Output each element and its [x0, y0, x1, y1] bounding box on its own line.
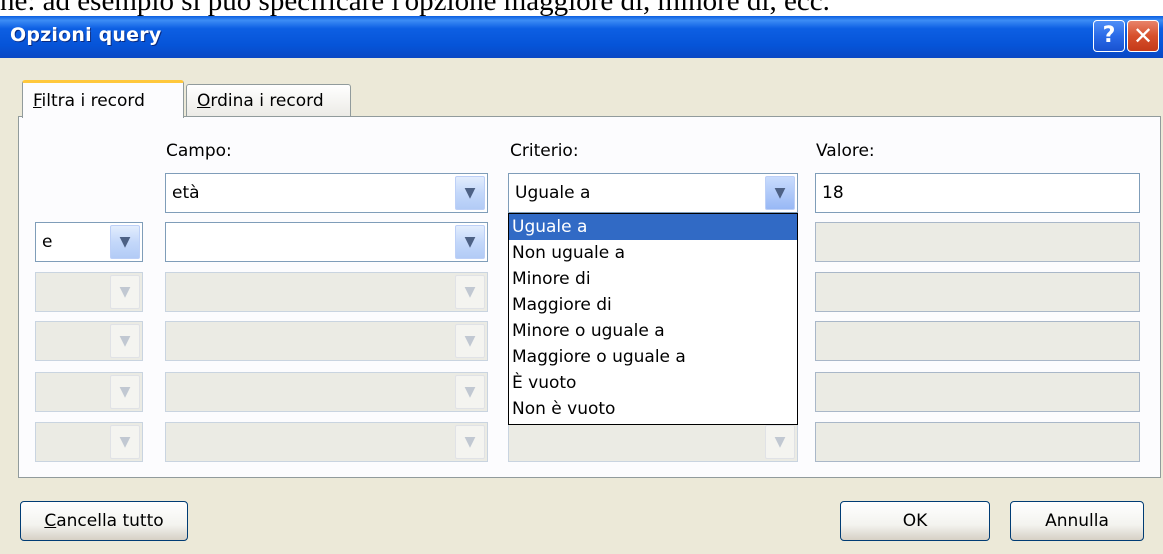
help-icon[interactable]: ? [1093, 20, 1125, 52]
chevron-down-icon: ▼ [110, 375, 140, 409]
value-input-1[interactable]: 18 [815, 173, 1140, 213]
value-input-6 [815, 422, 1140, 462]
connector-select-4: ▼ [35, 321, 143, 361]
value-input-5 [815, 372, 1140, 412]
value-input-text: 18 [822, 183, 844, 203]
chevron-down-icon: ▼ [765, 425, 795, 459]
chevron-down-icon[interactable]: ▼ [110, 225, 140, 259]
tab-filter-records[interactable]: Filtra i record [22, 80, 184, 118]
dropdown-option[interactable]: Non è vuoto [509, 396, 797, 422]
value-input-4 [815, 321, 1140, 361]
close-icon[interactable]: ✕ [1127, 20, 1159, 52]
criterion-select-value: Uguale a [515, 183, 591, 203]
chevron-down-icon: ▼ [110, 275, 140, 309]
tab-sort-records[interactable]: Ordina i record [186, 84, 351, 116]
chevron-down-icon: ▼ [455, 425, 485, 459]
chevron-down-icon: ▼ [110, 324, 140, 358]
field-select-1[interactable]: età ▼ [165, 173, 488, 213]
dropdown-option[interactable]: Minore o uguale a [509, 318, 797, 344]
connector-select-3: ▼ [35, 272, 143, 312]
field-select-4: ▼ [165, 321, 488, 361]
value-column-label: Valore: [816, 141, 875, 161]
field-select-5: ▼ [165, 372, 488, 412]
connector-select-5: ▼ [35, 372, 143, 412]
criterion-column-label: Criterio: [510, 141, 579, 161]
chevron-down-icon: ▼ [455, 375, 485, 409]
dropdown-option[interactable]: Maggiore di [509, 292, 797, 318]
dropdown-option[interactable]: È vuoto [509, 370, 797, 396]
chevron-down-icon[interactable]: ▼ [765, 176, 795, 210]
criterion-dropdown-list[interactable]: Uguale a Non uguale a Minore di Maggiore… [508, 213, 798, 425]
chevron-down-icon: ▼ [455, 275, 485, 309]
chevron-down-icon[interactable]: ▼ [455, 176, 485, 210]
dropdown-option[interactable]: Uguale a [509, 214, 797, 240]
dialog-title: Opzioni query [10, 24, 162, 46]
dropdown-option[interactable]: Minore di [509, 266, 797, 292]
criterion-select-6: ▼ [508, 422, 798, 462]
ok-button[interactable]: OK [840, 501, 990, 541]
field-select-2[interactable]: ▼ [165, 222, 488, 262]
chevron-down-icon: ▼ [110, 425, 140, 459]
value-input-3 [815, 272, 1140, 312]
document-text: ne: ad esempio si può specificare l'opzi… [0, 0, 1163, 16]
connector-select-value: e [42, 232, 53, 252]
dropdown-option[interactable]: Maggiore o uguale a [509, 344, 797, 370]
connector-select-6: ▼ [35, 422, 143, 462]
connector-select-2[interactable]: e ▼ [35, 222, 143, 262]
chevron-down-icon[interactable]: ▼ [455, 225, 485, 259]
clear-all-button[interactable]: Cancella tutto [20, 501, 188, 541]
field-select-3: ▼ [165, 272, 488, 312]
dialog-titlebar: Opzioni query ? ✕ [0, 16, 1163, 58]
field-select-6: ▼ [165, 422, 488, 462]
criterion-select-1[interactable]: Uguale a ▼ [508, 173, 798, 213]
value-input-2 [815, 222, 1140, 262]
field-select-value: età [172, 183, 200, 203]
chevron-down-icon: ▼ [455, 324, 485, 358]
field-column-label: Campo: [166, 141, 232, 161]
cancel-button[interactable]: Annulla [1010, 501, 1144, 541]
dropdown-option[interactable]: Non uguale a [509, 240, 797, 266]
